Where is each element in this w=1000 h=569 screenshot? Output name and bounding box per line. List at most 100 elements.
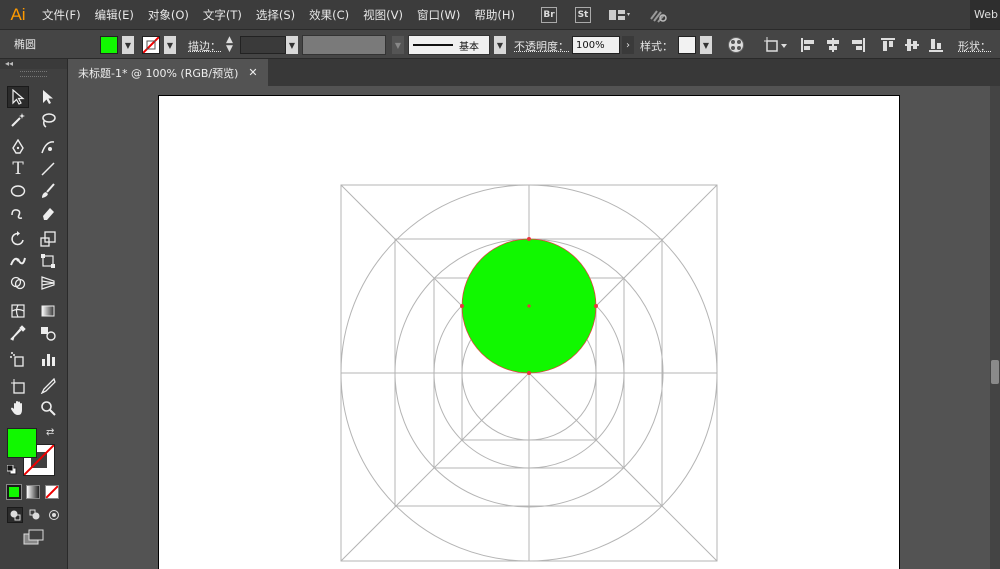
- graphic-style-dropdown[interactable]: ▼: [700, 36, 712, 54]
- scrollbar-thumb[interactable]: [991, 360, 999, 384]
- line-segment-tool-icon[interactable]: [37, 158, 59, 180]
- hand-tool-icon[interactable]: [7, 397, 29, 419]
- curvature-tool-icon[interactable]: [37, 136, 59, 158]
- draw-normal-icon[interactable]: [7, 507, 23, 523]
- bridge-icon[interactable]: Br: [540, 6, 557, 23]
- zoom-tool-icon[interactable]: [37, 397, 59, 419]
- rotate-tool-icon[interactable]: [7, 228, 29, 250]
- brush-definition[interactable]: 基本: [408, 35, 490, 55]
- mesh-tool-icon[interactable]: [7, 300, 29, 322]
- eyedropper-tool-icon[interactable]: [7, 322, 29, 344]
- width-tool-icon[interactable]: [7, 250, 29, 272]
- direct-selection-tool-icon[interactable]: [37, 86, 59, 108]
- arrange-documents-icon[interactable]: [608, 9, 631, 21]
- ellipse-tool-icon[interactable]: [7, 180, 29, 202]
- menu-view[interactable]: 视图(V): [363, 7, 403, 23]
- stroke-weight-dropdown[interactable]: ▼: [286, 36, 298, 54]
- default-colors-icon[interactable]: [6, 464, 17, 475]
- menu-select[interactable]: 选择(S): [256, 7, 295, 23]
- close-tab-icon[interactable]: ✕: [248, 66, 257, 79]
- center-point: [527, 304, 531, 308]
- slice-tool-icon[interactable]: [37, 375, 59, 397]
- artboard-tool-icon[interactable]: [7, 375, 29, 397]
- anchor-point-bottom: [527, 371, 531, 375]
- magic-wand-tool-icon[interactable]: [7, 109, 29, 131]
- lasso-tool-icon[interactable]: [37, 109, 59, 131]
- control-bar: 椭圆 ▼ ▼ 描边： ▲ ▼ ▼ ▼ 基本 ▼ 不透明度： 100% › 样式： …: [0, 29, 1000, 59]
- gradient-mode-button[interactable]: [26, 485, 40, 499]
- menu-window[interactable]: 窗口(W): [417, 7, 460, 23]
- align-right-icon[interactable]: [850, 37, 866, 56]
- menu-effect[interactable]: 效果(C): [309, 7, 349, 23]
- vertical-scrollbar[interactable]: [990, 86, 1000, 569]
- opacity-arrow[interactable]: ›: [622, 36, 634, 54]
- tools-panel: ◂◂ T ⇄: [0, 59, 68, 569]
- opacity-input[interactable]: 100%: [572, 36, 620, 54]
- align-vertical-center-icon[interactable]: [904, 37, 920, 56]
- gradient-tool-icon[interactable]: [37, 300, 59, 322]
- paintbrush-tool-icon[interactable]: [37, 180, 59, 202]
- eraser-tool-icon[interactable]: [37, 202, 59, 224]
- stroke-weight-stepper[interactable]: ▲ ▼: [226, 36, 233, 54]
- selected-ellipse[interactable]: [460, 237, 598, 375]
- fill-dropdown[interactable]: ▼: [122, 36, 134, 54]
- fill-color-box[interactable]: [7, 428, 37, 458]
- blend-tool-icon[interactable]: [37, 322, 59, 344]
- menu-edit[interactable]: 编辑(E): [95, 7, 134, 23]
- align-top-icon[interactable]: [880, 37, 896, 56]
- scale-tool-icon[interactable]: [37, 228, 59, 250]
- perspective-grid-tool-icon[interactable]: [37, 272, 59, 294]
- anchor-point-top: [527, 237, 531, 241]
- recolor-artwork-icon[interactable]: [727, 36, 745, 57]
- free-transform-tool-icon[interactable]: [37, 250, 59, 272]
- profile-dropdown[interactable]: ▼: [392, 36, 404, 54]
- anchor-point-left: [460, 304, 464, 308]
- shape-builder-tool-icon[interactable]: [7, 272, 29, 294]
- opacity-label[interactable]: 不透明度：: [514, 38, 569, 54]
- type-tool-icon[interactable]: T: [7, 158, 29, 180]
- artwork[interactable]: [159, 96, 901, 569]
- menu-file[interactable]: 文件(F): [42, 7, 81, 23]
- document-tab-title: 未标题-1* @ 100% (RGB/预览): [78, 66, 239, 80]
- stroke-dropdown[interactable]: ▼: [164, 36, 176, 54]
- symbol-sprayer-tool-icon[interactable]: [7, 348, 29, 370]
- workspace-switcher[interactable]: Web: [970, 0, 1000, 29]
- color-mode-button[interactable]: [6, 484, 22, 500]
- panel-collapse-icon[interactable]: ◂◂: [0, 59, 67, 69]
- artboard[interactable]: [158, 95, 900, 569]
- draw-inside-icon[interactable]: [46, 507, 62, 523]
- menu-object[interactable]: 对象(O): [148, 7, 189, 23]
- brush-dropdown[interactable]: ▼: [494, 36, 506, 54]
- menu-type[interactable]: 文字(T): [203, 7, 242, 23]
- draw-behind-icon[interactable]: [27, 507, 43, 523]
- pen-tool-icon[interactable]: [7, 136, 29, 158]
- fill-swatch[interactable]: [100, 36, 118, 54]
- panel-grip[interactable]: [20, 71, 47, 77]
- stroke-swatch[interactable]: [142, 36, 160, 54]
- document-tab-bar: 未标题-1* @ 100% (RGB/预览) ✕: [68, 59, 1000, 86]
- align-horizontal-center-icon[interactable]: [825, 37, 841, 56]
- transform-icon[interactable]: [764, 37, 790, 53]
- screen-mode-icon[interactable]: [23, 529, 45, 545]
- object-type-label: 椭圆: [14, 38, 36, 51]
- stock-icon[interactable]: St: [574, 6, 591, 23]
- column-graph-tool-icon[interactable]: [37, 348, 59, 370]
- variable-width-profile[interactable]: [302, 35, 386, 55]
- canvas-area[interactable]: [68, 86, 990, 569]
- graphic-style-swatch[interactable]: [678, 36, 696, 54]
- align-bottom-icon[interactable]: [928, 37, 944, 56]
- selection-tool-icon[interactable]: [7, 86, 29, 108]
- shape-label[interactable]: 形状：: [958, 38, 991, 54]
- stroke-weight-input[interactable]: [240, 36, 286, 54]
- brush-basic-label: 基本: [459, 41, 479, 53]
- none-mode-button[interactable]: [45, 485, 59, 499]
- anchor-point-right: [594, 304, 598, 308]
- align-left-icon[interactable]: [800, 37, 816, 56]
- shaper-tool-icon[interactable]: [7, 202, 29, 224]
- menu-help[interactable]: 帮助(H): [474, 7, 515, 23]
- stroke-label[interactable]: 描边：: [188, 38, 221, 54]
- swap-fill-stroke-icon[interactable]: ⇄: [46, 428, 58, 440]
- document-tab[interactable]: 未标题-1* @ 100% (RGB/预览) ✕: [68, 59, 268, 86]
- gpu-performance-icon[interactable]: [649, 7, 669, 23]
- style-label: 样式：: [640, 40, 673, 53]
